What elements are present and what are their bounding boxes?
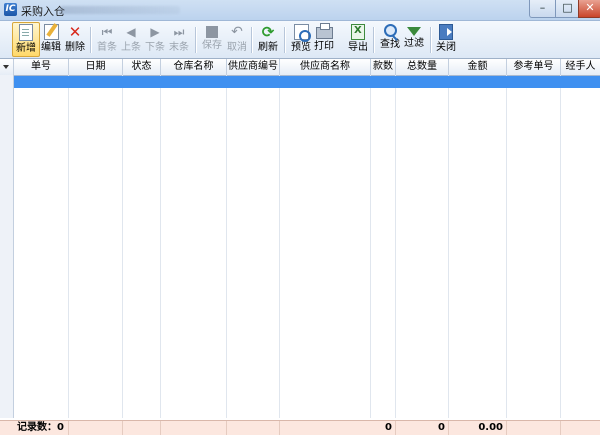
toolbar-separator xyxy=(195,27,197,53)
toolbar: 新增 编辑 ✕ 删除 ⏮ 首条 ◀ 上条 ▶ 下条 ⏭ 末条 保存 ↶ 取消 ⟳… xyxy=(0,21,600,61)
column-divider xyxy=(370,75,371,418)
toolbar-separator xyxy=(430,27,432,53)
prev-record-button[interactable]: ◀ 上条 xyxy=(118,23,144,56)
app-icon: IC xyxy=(4,3,17,16)
filter-button[interactable]: 过滤 xyxy=(401,23,427,56)
column-header-kuanshu[interactable]: 款数 xyxy=(371,59,396,75)
column-header-total-qty[interactable]: 总数量 xyxy=(396,59,449,75)
column-header-warehouse[interactable]: 仓库名称 xyxy=(161,59,227,75)
new-label: 新增 xyxy=(16,43,36,54)
next-icon: ▶ xyxy=(150,25,160,39)
column-header-amount[interactable]: 金额 xyxy=(449,59,507,75)
title-blur-region xyxy=(60,6,180,14)
column-divider xyxy=(226,75,227,418)
export-label: 导出 xyxy=(348,42,368,53)
refresh-icon: ⟳ xyxy=(261,23,275,41)
delete-label: 删除 xyxy=(65,42,85,53)
new-document-icon xyxy=(19,24,33,41)
save-icon xyxy=(206,26,218,38)
column-header-supplier-name[interactable]: 供应商名称 xyxy=(280,59,371,75)
print-button[interactable]: 打印 xyxy=(311,23,337,56)
refresh-button[interactable]: ⟳ 刷新 xyxy=(255,23,281,56)
find-label: 查找 xyxy=(380,39,400,50)
export-button[interactable]: 导出 xyxy=(345,23,371,56)
delete-button[interactable]: ✕ 删除 xyxy=(62,23,88,56)
exit-door-icon xyxy=(439,24,453,40)
next-record-button[interactable]: ▶ 下条 xyxy=(142,23,168,56)
window-title: 采购入仓 xyxy=(21,5,65,18)
edit-button[interactable]: 编辑 xyxy=(38,23,64,56)
minimize-button[interactable]: – xyxy=(529,0,556,18)
column-header-supplier-code[interactable]: 供应商编号 xyxy=(227,59,280,75)
excel-export-icon xyxy=(351,24,365,40)
last-record-button[interactable]: ⏭ 末条 xyxy=(166,23,192,56)
selected-row[interactable] xyxy=(14,76,600,88)
close-label: 关闭 xyxy=(436,42,456,53)
toolbar-separator xyxy=(90,27,92,53)
new-button[interactable]: 新增 xyxy=(12,22,40,57)
close-window-button[interactable]: ✕ xyxy=(578,0,600,18)
toolbar-separator xyxy=(251,27,253,53)
column-divider xyxy=(279,75,280,418)
refresh-label: 刷新 xyxy=(258,42,278,53)
close-button[interactable]: 关闭 xyxy=(433,23,459,56)
save-button[interactable]: 保存 xyxy=(199,23,225,56)
column-divider xyxy=(122,75,123,418)
grid-header: 单号 日期 状态 仓库名称 供应商编号 供应商名称 款数 总数量 金额 参考单号… xyxy=(0,59,600,76)
save-label: 保存 xyxy=(202,40,222,51)
prev-icon: ◀ xyxy=(126,25,136,39)
last-icon: ⏭ xyxy=(173,25,185,39)
column-header-handler[interactable]: 经手人 xyxy=(561,59,600,75)
column-divider xyxy=(448,75,449,418)
row-indicator-header[interactable] xyxy=(0,59,14,75)
filter-label: 过滤 xyxy=(404,38,424,49)
first-icon: ⏮ xyxy=(101,25,113,39)
title-bar: IC 采购入仓 – □ ✕ xyxy=(0,0,600,21)
row-indicator-column xyxy=(0,75,14,418)
last-label: 末条 xyxy=(169,42,189,53)
delete-x-icon: ✕ xyxy=(68,23,82,41)
edit-label: 编辑 xyxy=(41,42,61,53)
maximize-button[interactable]: □ xyxy=(555,0,580,18)
edit-icon xyxy=(43,24,59,40)
column-header-reference[interactable]: 参考单号 xyxy=(507,59,561,75)
filter-icon xyxy=(407,27,421,36)
column-header-status[interactable]: 状态 xyxy=(123,59,161,75)
next-label: 下条 xyxy=(145,42,165,53)
print-preview-icon xyxy=(293,24,311,42)
prev-label: 上条 xyxy=(121,42,141,53)
toolbar-separator xyxy=(284,27,286,53)
print-label: 打印 xyxy=(314,41,334,52)
toolbar-separator xyxy=(373,27,375,53)
cancel-label: 取消 xyxy=(227,42,247,53)
first-record-button[interactable]: ⏮ 首条 xyxy=(94,23,120,56)
column-header-danhao[interactable]: 单号 xyxy=(14,59,69,75)
column-divider xyxy=(560,75,561,418)
find-button[interactable]: 查找 xyxy=(377,23,403,56)
undo-icon: ↶ xyxy=(231,24,243,40)
first-label: 首条 xyxy=(97,42,117,53)
column-divider xyxy=(160,75,161,418)
cancel-button[interactable]: ↶ 取消 xyxy=(224,23,250,56)
column-divider xyxy=(506,75,507,418)
printer-icon xyxy=(315,23,333,39)
column-divider xyxy=(395,75,396,418)
magnifier-icon xyxy=(383,24,397,37)
column-divider xyxy=(68,75,69,418)
data-grid[interactable]: 单号 日期 状态 仓库名称 供应商编号 供应商名称 款数 总数量 金额 参考单号… xyxy=(0,58,600,435)
column-header-date[interactable]: 日期 xyxy=(69,59,123,75)
